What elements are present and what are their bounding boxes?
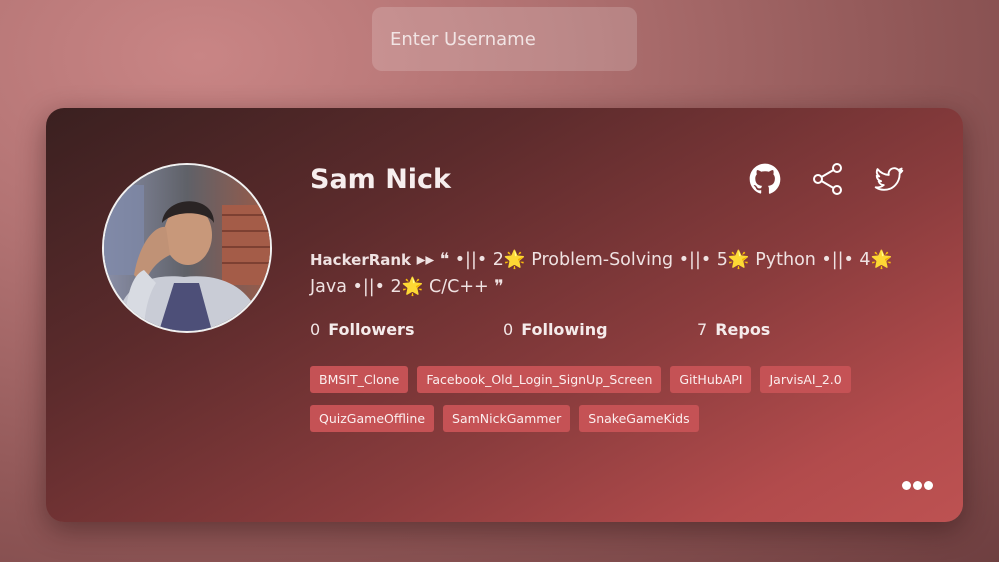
more-dots-icon [902,481,911,490]
more-options-button[interactable] [902,481,933,490]
repo-list: BMSIT_Clone Facebook_Old_Login_SignUp_Sc… [310,366,910,432]
stat-following: 0 Following [503,320,608,339]
username-search-input[interactable] [372,7,637,71]
stat-followers: 0 Followers [310,320,414,339]
repo-tag[interactable]: GitHubAPI [670,366,752,393]
repo-tag[interactable]: Facebook_Old_Login_SignUp_Screen [417,366,662,393]
repo-tag[interactable]: SnakeGameKids [579,405,699,432]
profile-card: Sam Nick HackerRank ▸▸ ❝ •||• 2🌟 Problem… [46,108,963,522]
repo-tag[interactable]: QuizGameOffline [310,405,435,432]
share-icon [813,163,842,195]
twitter-icon [874,167,904,191]
user-photo [104,165,270,331]
more-dots-icon [913,481,922,490]
profile-name: Sam Nick [310,164,452,195]
repos-count: 7 [697,320,708,339]
bio-brand: HackerRank [310,251,412,269]
following-count: 0 [503,320,514,339]
github-link[interactable] [747,161,783,197]
more-dots-icon [924,481,933,490]
share-button[interactable] [810,161,846,197]
repo-tag[interactable]: JarvisAI_2.0 [760,366,851,393]
following-label: Following [521,320,608,339]
twitter-link[interactable] [871,161,907,197]
profile-bio: HackerRank ▸▸ ❝ •||• 2🌟 Problem-Solving … [310,247,910,301]
followers-label: Followers [328,320,415,339]
github-icon [749,163,781,194]
avatar [102,163,272,333]
stat-repos: 7 Repos [697,320,770,339]
followers-count: 0 [310,320,321,339]
repo-tag[interactable]: SamNickGammer [443,405,571,432]
repos-label: Repos [715,320,771,339]
repo-tag[interactable]: BMSIT_Clone [310,366,409,393]
